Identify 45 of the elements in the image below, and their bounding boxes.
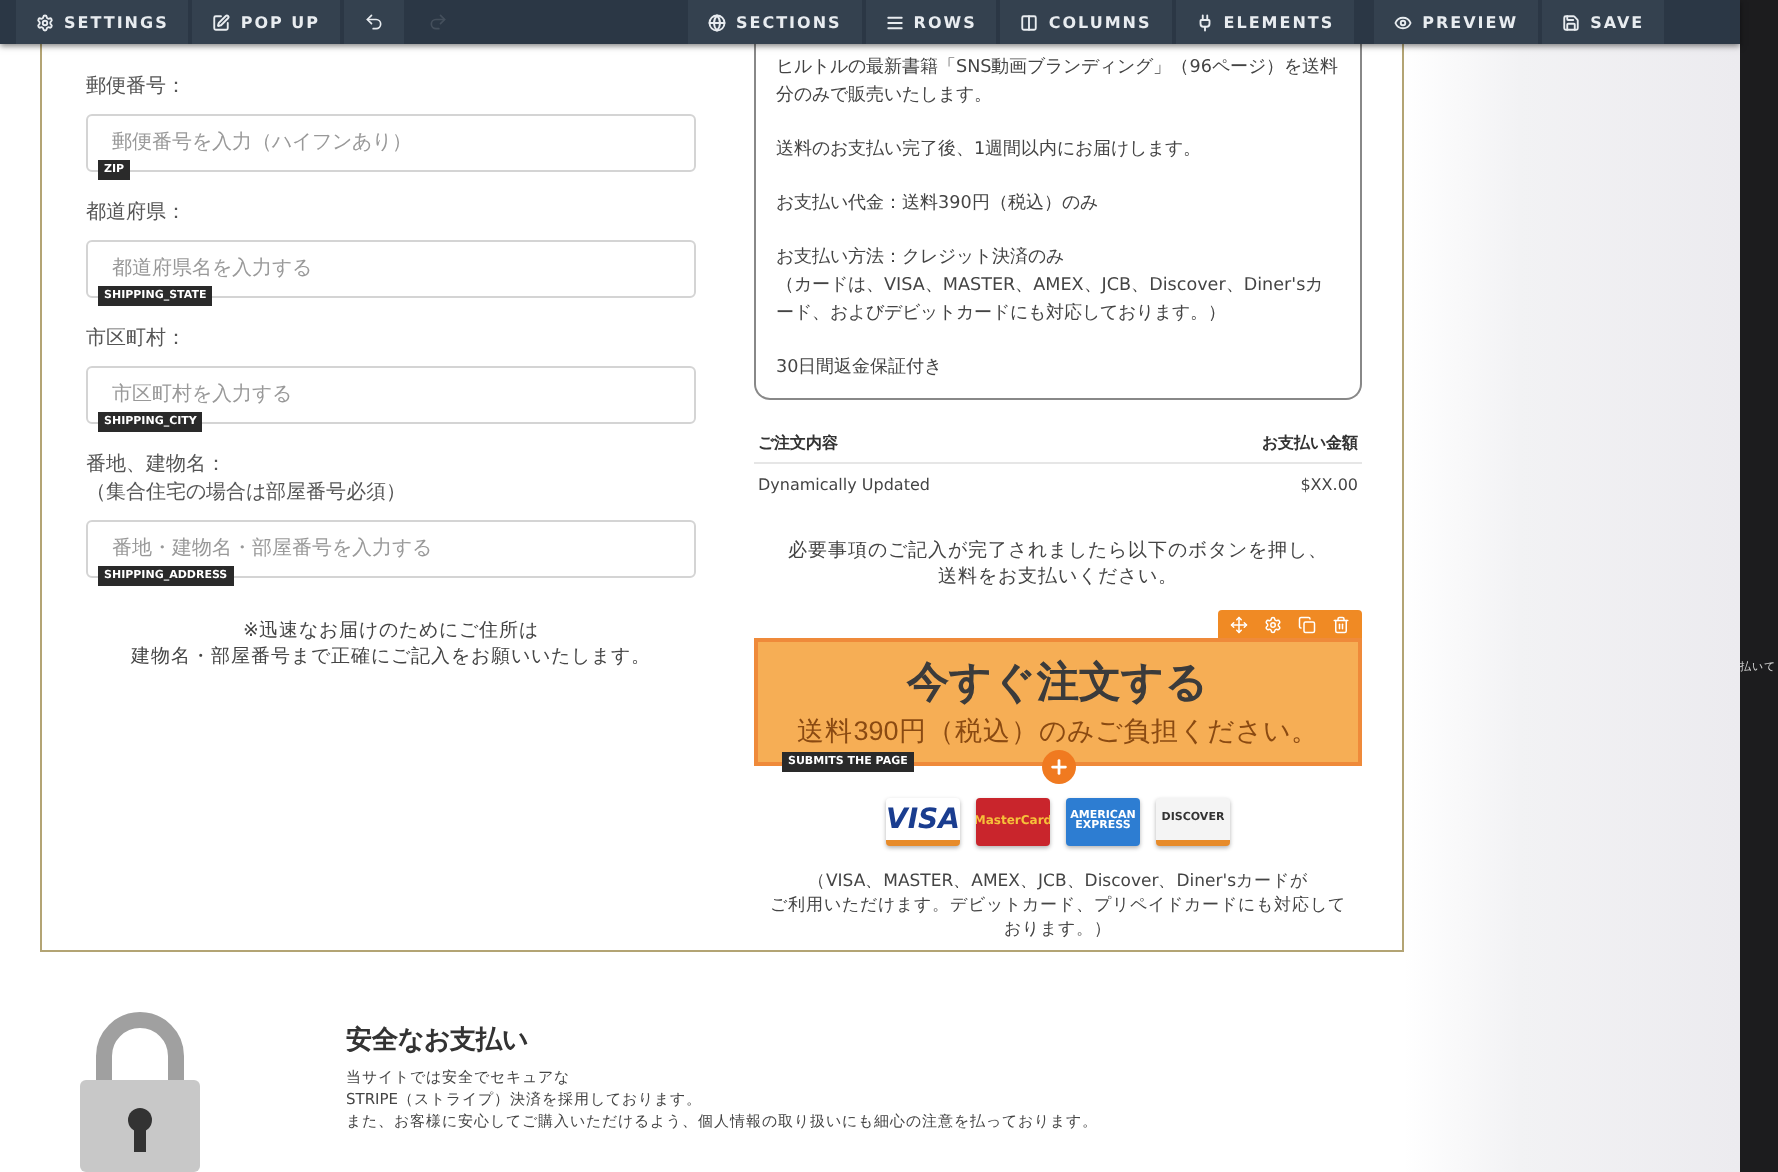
undo-button[interactable]: [344, 0, 404, 44]
field-label: 番地、建物名：: [86, 452, 228, 480]
info-text: 送料のお支払い完了後、1週間以内にお届けします。: [776, 137, 1204, 164]
info-text: お支払い方法：クレジット決済のみ （カードは、VISA、MASTER、AMEX、JCB、Discover、Diner'sカード、およびデビットカードにも対応しております。）: [776, 245, 1326, 328]
preview-icon: [1394, 13, 1413, 31]
field-note: （集合住宅の場合は部屋番号必須）: [86, 480, 408, 508]
plus-icon: [1048, 756, 1070, 778]
rows-button[interactable]: ROWS: [865, 0, 997, 44]
move-icon[interactable]: [1230, 615, 1248, 633]
table-header: ご注文内容: [754, 428, 1140, 463]
instruction-text: 必要事項のご記入が完了されましたら以下のボタンを押し、 送料をお支払いください。: [786, 538, 1330, 590]
card-note: （VISA、MASTER、AMEX、JCB、Discover、Diner'sカードが ご利用いただけます。デビットカード、プリペイドカードにも対応して おります。）: [768, 870, 1348, 942]
elements-icon: [1195, 13, 1214, 31]
save-icon: [1562, 13, 1581, 31]
table-cell: Dynamically Updated: [754, 463, 1140, 506]
popup-button[interactable]: POP UP: [192, 0, 340, 44]
info-text: ヒルトルの最新書籍「SNS動画ブランディング」（96ページ）を送料分のみで販売いたします。: [776, 55, 1340, 110]
padlock-icon: [80, 1012, 200, 1172]
trash-icon[interactable]: [1332, 615, 1350, 633]
card-logo: VISA: [886, 798, 960, 846]
columns-button[interactable]: COLUMNS: [1000, 0, 1172, 44]
address-note: ※迅速なお届けのためにご住所は 建物名・部屋番号まで正確にご記入をお願いいたします。: [129, 618, 653, 670]
field-label: 市区町村：: [86, 326, 188, 354]
info-text: 30日間返金保証付き: [776, 355, 945, 382]
sections-icon: [708, 13, 726, 31]
secure-title: 安全なお支払い: [346, 1023, 530, 1058]
info-text: お支払い代金：送料390円（税込）のみ: [776, 191, 1100, 218]
sections-button[interactable]: SECTIONS: [688, 0, 862, 44]
table-header: お支払い金額: [1139, 428, 1362, 463]
settings-icon: [36, 13, 54, 31]
elements-button[interactable]: ELEMENTS: [1175, 0, 1355, 44]
columns-icon: [1020, 13, 1039, 31]
rows-icon: [885, 13, 904, 31]
edit-icon: [212, 13, 231, 31]
field-label: 郵便番号：: [86, 74, 188, 102]
preview-button[interactable]: PREVIEW: [1374, 0, 1539, 44]
save-button[interactable]: SAVE: [1542, 0, 1665, 44]
settings-icon[interactable]: [1264, 615, 1282, 633]
copy-icon[interactable]: [1298, 615, 1316, 633]
redo-icon: [428, 12, 448, 32]
settings-button[interactable]: SETTINGS: [16, 0, 189, 44]
table-cell: $XX.00: [1139, 463, 1362, 506]
add-button[interactable]: [1042, 750, 1076, 784]
undo-icon: [364, 12, 384, 32]
field-label: 都道府県：: [86, 200, 188, 228]
